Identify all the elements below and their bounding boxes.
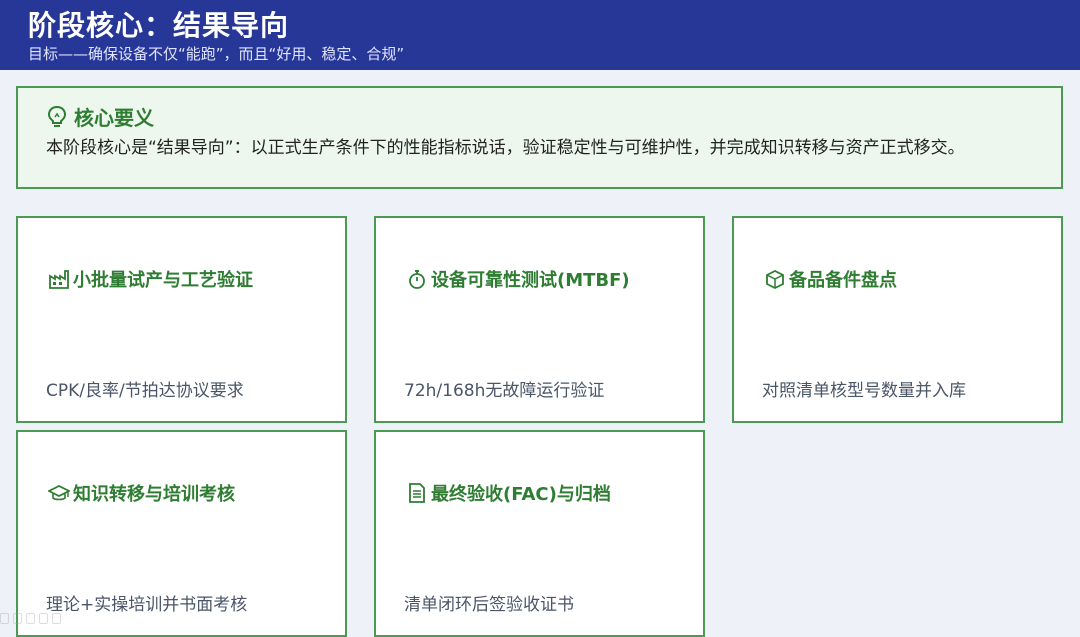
card-title: 设备可靠性测试(MTBF) xyxy=(431,270,630,291)
page-subtitle: 目标——确保设备不仅“能跑”，而且“好用、稳定、合规” xyxy=(28,45,405,63)
core-summary-text: 本阶段核心是“结果导向”：以正式生产条件下的性能指标说话，验证稳定性与可维护性，… xyxy=(46,138,965,158)
toolbar-prev-icon[interactable] xyxy=(0,613,9,624)
core-summary-panel: 核心要义 本阶段核心是“结果导向”：以正式生产条件下的性能指标说话，验证稳定性与… xyxy=(16,86,1063,189)
card-heading: 设备可靠性测试(MTBF) xyxy=(406,266,630,292)
card-description: CPK/良率/节拍达协议要求 xyxy=(46,381,244,401)
core-summary-heading: 核心要义 xyxy=(46,102,154,131)
lightbulb-icon xyxy=(47,105,67,127)
card-spare-parts: 备品备件盘点 对照清单核型号数量并入库 xyxy=(732,216,1063,423)
card-heading: 备品备件盘点 xyxy=(764,266,897,292)
header-bar: 阶段核心：结果导向 目标——确保设备不仅“能跑”，而且“好用、稳定、合规” xyxy=(0,0,1080,70)
presentation-toolbar xyxy=(0,613,61,624)
card-knowledge-transfer: 知识转移与培训考核 理论+实操培训并书面考核 xyxy=(16,430,347,637)
toolbar-next-icon[interactable] xyxy=(13,613,22,624)
factory-icon xyxy=(49,270,69,289)
card-heading: 最终验收(FAC)与归档 xyxy=(406,480,611,506)
core-summary-title: 核心要义 xyxy=(74,106,154,130)
card-title: 知识转移与培训考核 xyxy=(73,484,235,505)
card-heading: 小批量试产与工艺验证 xyxy=(48,266,253,292)
box-icon xyxy=(766,269,784,290)
card-title: 小批量试产与工艺验证 xyxy=(73,270,253,291)
card-trial-production: 小批量试产与工艺验证 CPK/良率/节拍达协议要求 xyxy=(16,216,347,423)
stopwatch-icon xyxy=(409,270,425,289)
document-icon xyxy=(409,483,425,503)
page-title: 阶段核心：结果导向 xyxy=(28,9,290,42)
card-description: 清单闭环后签验收证书 xyxy=(404,595,574,615)
toolbar-pen-icon[interactable] xyxy=(39,613,48,624)
card-description: 对照清单核型号数量并入库 xyxy=(762,381,966,401)
toolbar-menu-icon[interactable] xyxy=(52,613,61,624)
card-description: 72h/168h无故障运行验证 xyxy=(404,381,605,401)
card-reliability-test: 设备可靠性测试(MTBF) 72h/168h无故障运行验证 xyxy=(374,216,705,423)
card-description: 理论+实操培训并书面考核 xyxy=(46,595,248,615)
graduation-cap-icon xyxy=(48,484,70,501)
toolbar-zoom-icon[interactable] xyxy=(26,613,35,624)
card-heading: 知识转移与培训考核 xyxy=(48,480,235,506)
card-title: 最终验收(FAC)与归档 xyxy=(431,484,611,505)
card-title: 备品备件盘点 xyxy=(789,270,897,291)
card-final-acceptance: 最终验收(FAC)与归档 清单闭环后签验收证书 xyxy=(374,430,705,637)
